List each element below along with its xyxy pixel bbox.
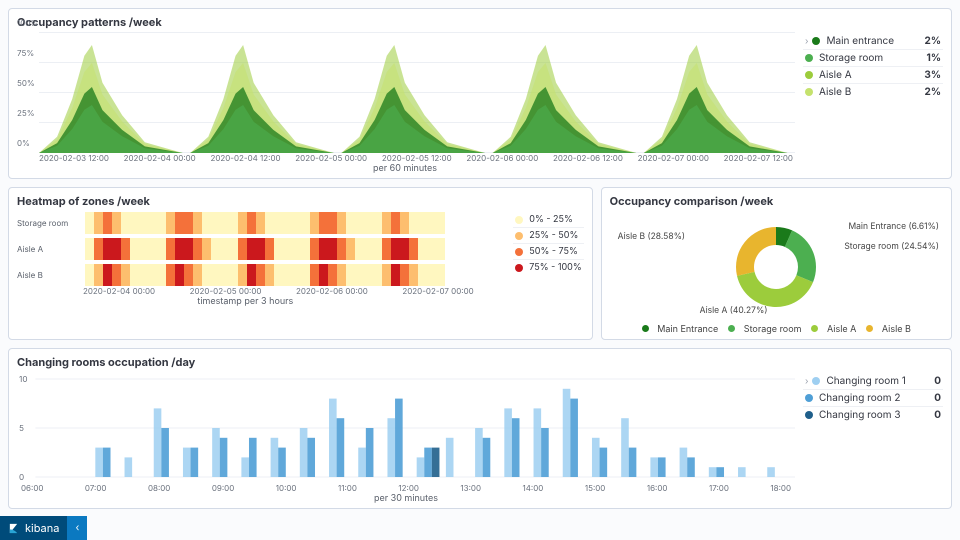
legend-item[interactable]: Changing room 20 (803, 390, 943, 407)
kibana-brand[interactable]: kibana (0, 516, 67, 540)
donut-chart[interactable]: Main Entrance (6.61%) Storage room (24.5… (610, 212, 943, 322)
slice-label: Storage room (24.54%) (844, 242, 939, 252)
panel-changing-rooms: Changing rooms occupation /day 0 5 10 06:0… (8, 348, 952, 509)
chevron-left-icon: ‹ (75, 522, 79, 534)
heatmap-legend: 0% - 25% 25% - 50% 50% - 75% 75% - 100% (513, 212, 583, 286)
x-axis-label: per 60 minutes (17, 163, 943, 174)
legend-changing: ›Changing room 10 Changing room 20 Chang… (803, 373, 943, 504)
panel-occupancy-patterns: Occupancy patterns /week 0% 25% 50% 75% … (8, 8, 952, 179)
svg-text:0: 0 (19, 472, 24, 482)
chevron-right-icon: › (805, 36, 808, 47)
legend-item[interactable]: Aisle A3% (803, 67, 943, 84)
chevron-right-icon: › (805, 376, 808, 387)
x-axis-ticks: 2020-02-03 12:002020-02-04 00:002020-02-… (17, 153, 943, 163)
legend-item[interactable]: Aisle B2% (803, 84, 943, 100)
footer-bar: kibana ‹ (0, 516, 87, 540)
legend-item[interactable]: Storage room1% (803, 50, 943, 67)
x-axis-label: per 30 minutes (17, 493, 795, 504)
bar-chart[interactable]: 0 5 10 (17, 373, 795, 483)
panel-title: Occupancy comparison /week (610, 194, 943, 208)
heatmap-row-labels: Storage roomAisle AAisle B (17, 212, 79, 286)
heatmap-grid[interactable] (85, 212, 445, 286)
panel-title: Heatmap of zones /week (17, 194, 584, 208)
x-axis-label: timestamp per 3 hours (17, 296, 584, 307)
slice-label: Main Entrance (6.61%) (848, 222, 939, 232)
x-axis-ticks: 2020-02-04 00:002020-02-05 00:002020-02-… (17, 286, 584, 296)
legend-occupancy: ›Main entrance2% Storage room1% Aisle A3… (803, 33, 943, 153)
panel-comparison: Occupancy comparison /week Main Entrance… (601, 187, 952, 340)
svg-text:10: 10 (19, 374, 27, 384)
collapse-button[interactable]: ‹ (67, 516, 87, 540)
slice-label: Aisle B (28.58%) (618, 232, 685, 242)
legend-item[interactable]: ›Changing room 10 (803, 373, 943, 390)
legend-item[interactable]: ›Main entrance2% (803, 33, 943, 50)
area-chart[interactable]: 0% 25% 50% 75% 100% (17, 33, 795, 153)
donut-legend: Main Entrance Storage room Aisle A Aisle… (610, 324, 943, 335)
legend-item[interactable]: Changing room 30 (803, 407, 943, 423)
slice-label: Aisle A (40.27%) (700, 306, 768, 316)
panel-heatmap: Heatmap of zones /week Storage roomAisle… (8, 187, 593, 340)
panel-title: Occupancy patterns /week (17, 15, 943, 29)
x-axis-ticks: 06:0007:0008:0009:0010:0011:0012:0013:00… (17, 483, 795, 493)
svg-text:5: 5 (19, 423, 24, 433)
kibana-icon (8, 523, 19, 534)
panel-title: Changing rooms occupation /day (17, 355, 943, 369)
